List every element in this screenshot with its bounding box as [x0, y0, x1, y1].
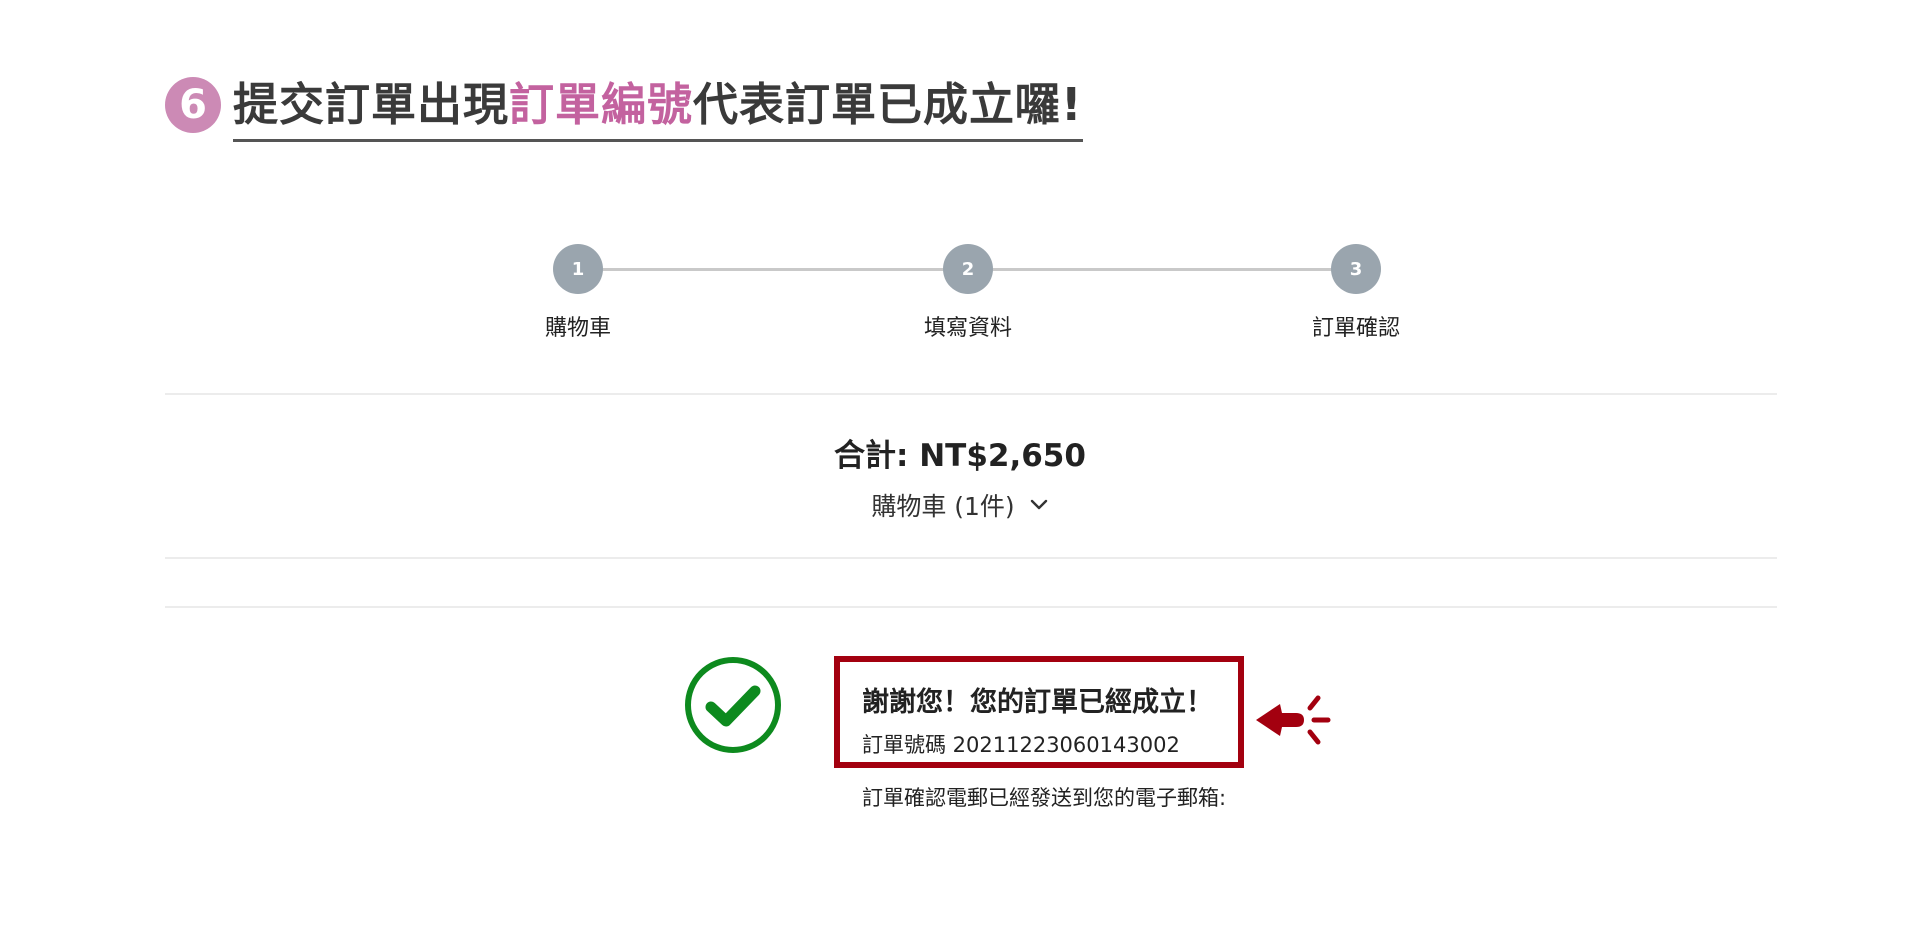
pointing-hand-icon — [1256, 695, 1331, 745]
cart-items-toggle[interactable]: 購物車 (1件) — [871, 487, 1048, 523]
step-circle: 3 — [1331, 244, 1381, 294]
heading-text: 提交訂單出現訂單編號代表訂單已成立囉! — [233, 68, 1083, 142]
step-label: 填寫資料 — [923, 316, 1012, 341]
page: 6 提交訂單出現訂單編號代表訂單已成立囉! 1 購物車 2 填寫資料 3 訂單確… — [0, 0, 1920, 938]
thank-you-message: 謝謝您！您的訂單已經成立！ — [862, 687, 1213, 718]
email-sent-note: 訂單確認電郵已經發送到您的電子郵箱: — [862, 786, 1227, 810]
chevron-down-icon — [1030, 499, 1047, 510]
step-label: 購物車 — [544, 316, 611, 341]
check-circle-icon — [685, 657, 781, 753]
step-number-badge: 6 — [165, 77, 221, 133]
step-label: 訂單確認 — [1311, 316, 1400, 341]
order-total: 合計: NT$2,650 — [834, 438, 1086, 474]
order-confirmation-highlight: 謝謝您！您的訂單已經成立！ 訂單號碼 20211223060143002 — [834, 656, 1244, 768]
heading-text-accent: 訂單編號 — [509, 78, 694, 131]
heading-text-before: 提交訂單出現 — [233, 78, 510, 131]
step-circle: 1 — [553, 244, 603, 294]
order-summary: 合計: NT$2,650 購物車 (1件) — [0, 430, 1920, 523]
heading-text-after: 代表訂單已成立囉! — [693, 78, 1083, 131]
checkout-stepper: 1 購物車 2 填寫資料 3 訂單確認 — [0, 244, 1920, 344]
order-number: 訂單號碼 20211223060143002 — [862, 733, 1180, 757]
divider — [165, 557, 1777, 559]
instruction-heading: 6 提交訂單出現訂單編號代表訂單已成立囉! — [165, 68, 1083, 142]
step-fill-info: 2 填寫資料 — [888, 244, 1048, 342]
step-circle: 2 — [943, 244, 993, 294]
divider — [165, 393, 1777, 395]
divider — [165, 606, 1777, 608]
step-order-confirm: 3 訂單確認 — [1276, 244, 1436, 342]
cart-toggle-label: 購物車 (1件) — [871, 492, 1015, 521]
step-cart: 1 購物車 — [498, 244, 658, 342]
